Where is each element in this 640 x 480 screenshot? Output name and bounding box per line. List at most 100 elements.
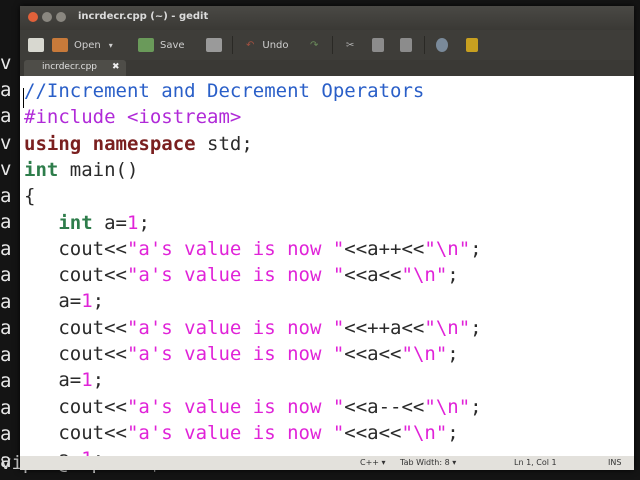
close-icon[interactable]: ✖: [112, 62, 120, 72]
code-token: "a's value is now ": [126, 264, 345, 287]
undo-button[interactable]: ↶ Undo: [246, 36, 289, 54]
code-token: "a's value is now ": [126, 316, 345, 339]
code-token: cout<<: [24, 316, 127, 339]
code-token: ;: [447, 421, 459, 444]
code-line: cout<<"a's value is now "<<a++<<"\n";: [24, 237, 482, 260]
code-token: ;: [470, 237, 482, 260]
code-token: main(): [58, 158, 139, 181]
code-token: "\n": [401, 264, 448, 287]
status-bar: C++ ▾ Tab Width: 8 ▾ Ln 1, Col 1 INS: [20, 456, 634, 470]
gedit-window: incrdecr.cpp (~) - gedit Open ▾ Save ↶ U…: [20, 6, 634, 470]
code-token: <<a<<: [344, 264, 402, 287]
paste-icon: [400, 38, 412, 52]
code-token: <<a<<: [344, 421, 402, 444]
copy-button[interactable]: [372, 36, 390, 54]
tab-bar: incrdecr.cpp ✖: [20, 60, 634, 76]
code-token: <<a--<<: [344, 395, 425, 418]
code-line: a=1;: [24, 369, 104, 391]
code-token: ;: [93, 448, 104, 456]
titlebar: incrdecr.cpp (~) - gedit: [20, 6, 634, 30]
code-token: "a's value is now ": [126, 343, 345, 365]
print-button[interactable]: [206, 36, 228, 54]
terminal-char: a: [0, 264, 12, 286]
code-token: ;: [92, 290, 105, 313]
cursor-position: Ln 1, Col 1: [514, 458, 557, 467]
tab-width-selector[interactable]: Tab Width: 8 ▾: [400, 458, 456, 467]
code-token: <<++a<<: [344, 316, 425, 339]
code-token: a=: [24, 369, 82, 392]
terminal-char: a: [0, 290, 12, 313]
code-editor[interactable]: //Increment and Decrement Operators #incl…: [20, 76, 634, 456]
code-line: int a=1;: [24, 212, 150, 234]
code-token: #include <iostream>: [24, 106, 242, 129]
close-window-button[interactable]: [28, 12, 38, 22]
undo-label: Undo: [262, 39, 289, 51]
code-token: using namespace: [24, 132, 196, 155]
terminal-char: v: [0, 158, 12, 180]
language-selector[interactable]: C++ ▾: [360, 458, 386, 467]
code-token: 1: [126, 211, 139, 234]
new-button[interactable]: [28, 36, 50, 54]
maximize-window-button[interactable]: [56, 12, 66, 22]
terminal-char: a: [0, 423, 12, 445]
code-token: ;: [470, 395, 482, 418]
replace-icon: [466, 38, 478, 52]
code-token: ;: [447, 343, 459, 365]
save-button[interactable]: Save: [138, 36, 185, 54]
code-token: 1: [81, 369, 93, 392]
terminal-char: v: [0, 131, 12, 154]
undo-icon: ↶: [246, 39, 255, 51]
new-document-icon: [28, 38, 44, 52]
window-title: incrdecr.cpp (~) - gedit: [78, 11, 209, 22]
terminal-char: a: [0, 184, 12, 207]
toolbar-divider: [424, 36, 425, 54]
code-token: "\n": [401, 421, 448, 444]
terminal-char: a: [0, 237, 12, 260]
code-token: {: [24, 185, 36, 208]
find-button[interactable]: [436, 36, 454, 54]
minimize-window-button[interactable]: [42, 12, 52, 22]
paste-button[interactable]: [400, 36, 418, 54]
code-token: "\n": [401, 343, 448, 365]
save-label: Save: [160, 39, 185, 51]
code-token: ;: [92, 369, 105, 392]
terminal-char: a: [0, 317, 12, 339]
code-token: "\n": [424, 395, 471, 418]
code-token: "a's value is now ": [126, 395, 345, 418]
search-icon: [436, 38, 448, 52]
terminal-char: a: [0, 105, 12, 127]
terminal-char: a: [0, 78, 12, 101]
code-token: 1: [81, 290, 93, 313]
code-line: cout<<"a's value is now "<<++a<<"\n";: [24, 316, 481, 339]
redo-icon: ↷: [310, 39, 319, 51]
printer-icon: [206, 38, 222, 52]
code-token: cout<<: [24, 237, 127, 260]
code-line: a=1;: [24, 290, 104, 312]
code-line: a=1;: [24, 448, 104, 456]
code-token: cout<<: [24, 264, 127, 287]
insert-mode: INS: [608, 458, 622, 467]
copy-icon: [372, 38, 384, 52]
terminal-char: a: [0, 211, 12, 233]
tab-incrdecr[interactable]: incrdecr.cpp ✖: [24, 60, 126, 76]
cut-button[interactable]: ✂: [346, 36, 354, 54]
terminal-text-column: vaavvaaaaaaaaaaa: [0, 50, 20, 474]
open-button[interactable]: Open ▾: [52, 36, 113, 54]
code-token: cout<<: [24, 421, 127, 444]
terminal-char: a: [0, 396, 12, 419]
code-token: //Increment and Decrement Operators: [24, 80, 425, 102]
code-token: 1: [81, 448, 92, 456]
code-token: "\n": [424, 316, 471, 339]
redo-button[interactable]: ↷: [310, 36, 318, 54]
code-token: cout<<: [24, 343, 127, 365]
folder-icon: [52, 38, 68, 52]
chevron-down-icon[interactable]: ▾: [109, 41, 113, 50]
code-line: using namespace std;: [24, 133, 253, 155]
toolbar-divider: [232, 36, 233, 54]
code-line: cout<<"a's value is now "<<a<<"\n";: [24, 264, 458, 287]
code-token: cout<<: [24, 395, 127, 418]
tab-label: incrdecr.cpp: [42, 62, 98, 72]
replace-button[interactable]: [466, 36, 484, 54]
code-token: "\n": [424, 237, 471, 260]
